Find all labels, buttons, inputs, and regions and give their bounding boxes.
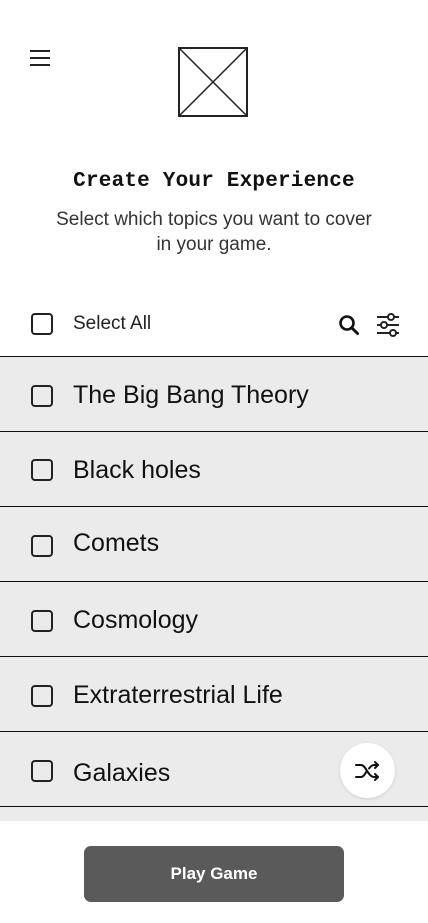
shuffle-button[interactable] — [340, 743, 395, 798]
topic-checkbox[interactable] — [31, 760, 53, 782]
topic-item[interactable]: Extraterrestrial Life — [0, 657, 428, 732]
topic-checkbox[interactable] — [31, 385, 53, 407]
hamburger-menu-icon — [30, 50, 50, 66]
topic-label: Extraterrestrial Life — [73, 681, 283, 709]
topic-checkbox[interactable] — [31, 459, 53, 481]
topic-checkbox[interactable] — [31, 535, 53, 557]
select-all-checkbox[interactable] — [31, 313, 53, 335]
topic-item[interactable]: Black holes — [0, 432, 428, 507]
menu-button[interactable] — [26, 44, 54, 72]
topic-label: Black holes — [73, 456, 201, 484]
topic-label: Comets — [73, 529, 160, 557]
topic-item[interactable]: Comets — [0, 507, 428, 582]
bottom-bar: Play Game — [0, 821, 428, 923]
play-game-button[interactable]: Play Game — [84, 846, 344, 902]
page-subtitle: Select which topics you want to cover in… — [56, 209, 372, 255]
topic-checkbox[interactable] — [31, 685, 53, 707]
topic-label: The Big Bang Theory — [73, 381, 309, 409]
topic-item[interactable]: The Big Bang Theory — [0, 357, 428, 432]
select-all-label[interactable]: Select All — [73, 313, 151, 335]
page-title: Create Your Experience — [73, 170, 355, 193]
topic-checkbox[interactable] — [31, 610, 53, 632]
topic-selection-screen: Create Your Experience Select which topi… — [0, 0, 428, 923]
topic-label: Galaxies — [73, 759, 171, 787]
select-all-row: Select All — [0, 300, 428, 357]
sliders-icon[interactable] — [374, 312, 402, 338]
shuffle-icon — [354, 760, 379, 781]
search-icon[interactable] — [336, 312, 362, 338]
image-placeholder-icon — [178, 47, 248, 117]
topic-item[interactable]: Cosmology — [0, 582, 428, 657]
topic-label: Cosmology — [73, 606, 199, 634]
